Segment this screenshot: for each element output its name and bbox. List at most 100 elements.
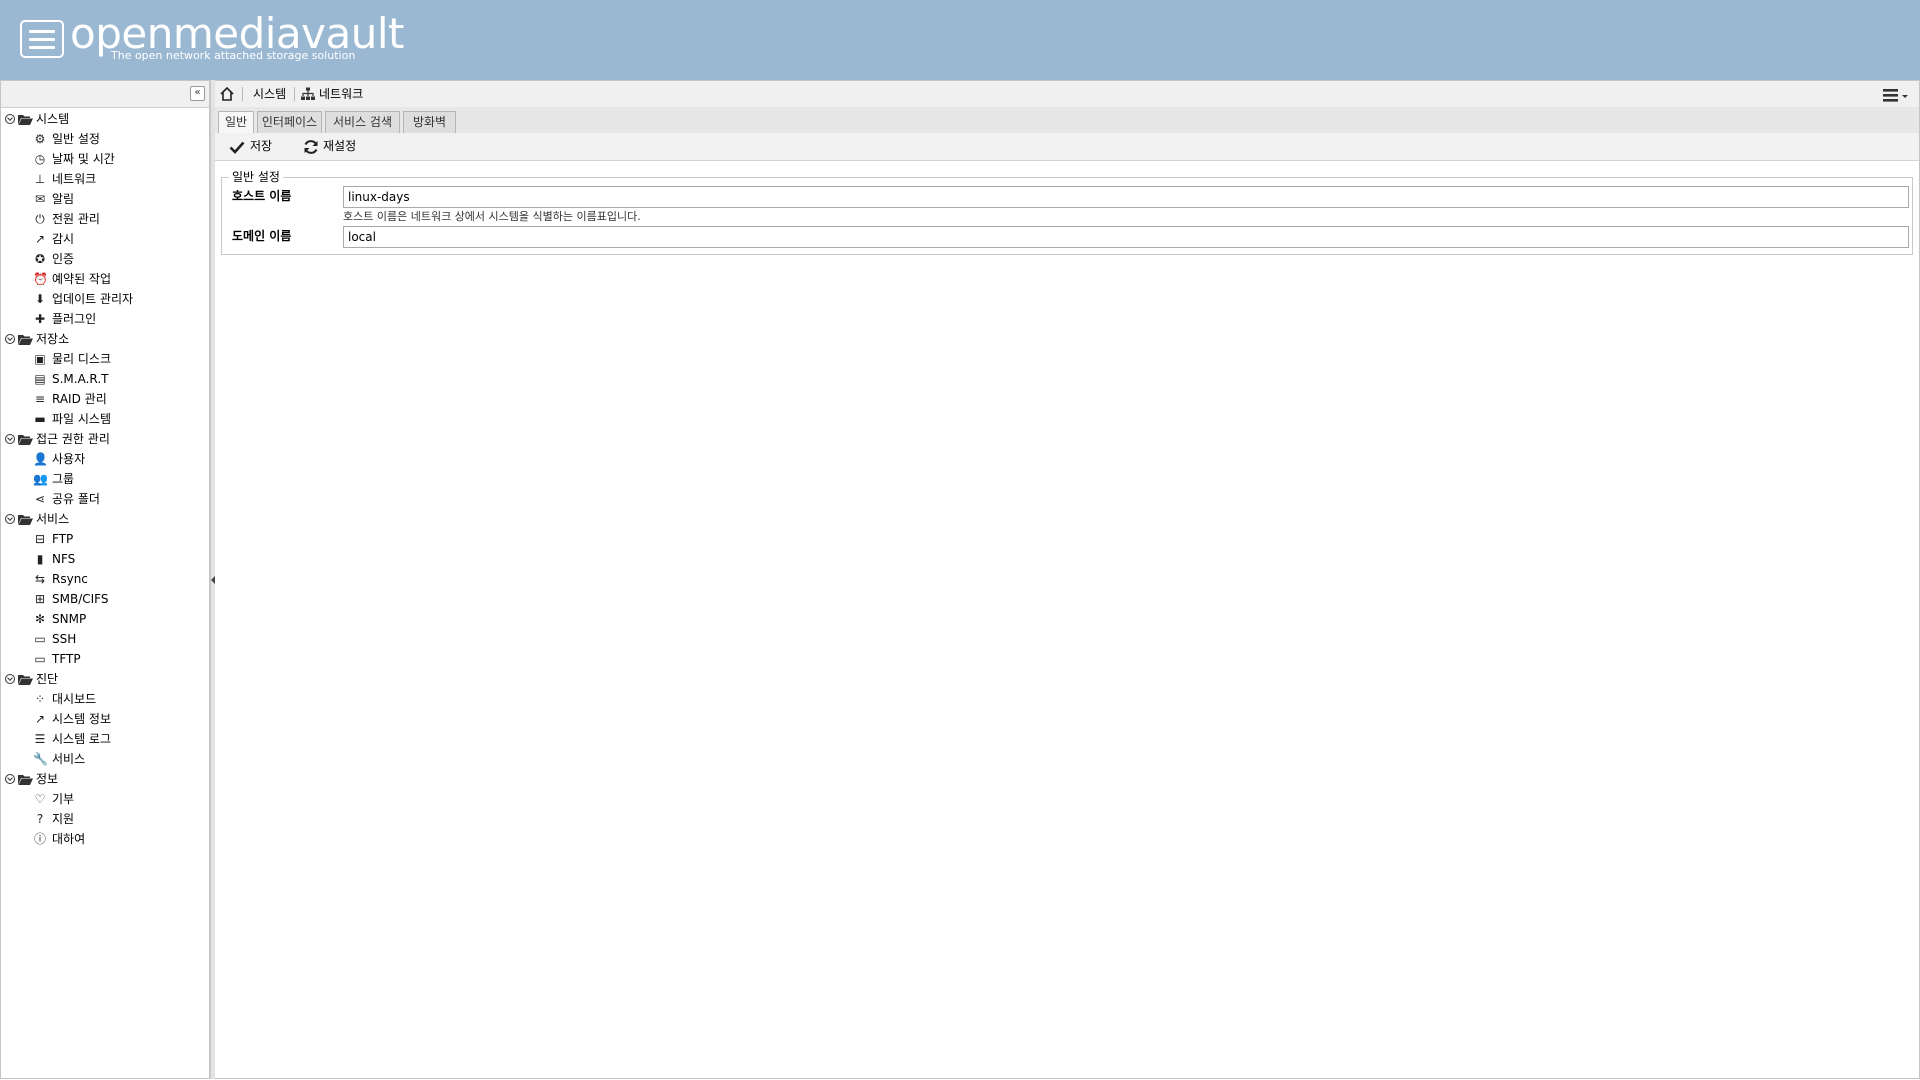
sidebar-item[interactable]: ◷ 날짜 및 시간 [1, 149, 206, 169]
sidebar-item-label: 대시보드 [52, 692, 97, 706]
sidebar-item[interactable]: ⚙ 일반 설정 [1, 129, 206, 149]
sidebar-item[interactable]: ▤ S.M.A.R.T [1, 369, 206, 389]
navigation-sidebar: « 시스템 ⚙ 일반 설정 ◷ 날짜 및 시간 ⊥ 네트워크 ✉ 알림 ⏻ 전원 관리 ↗ 감시 ✪ 인증 ⏰… [0, 80, 210, 1079]
folder-open-icon [18, 775, 33, 785]
sidebar-item[interactable]: ↗ 시스템 정보 [1, 709, 206, 729]
tftp-icon: ▭ [34, 652, 46, 666]
folder-open-icon [18, 115, 33, 125]
sidebar-item-label: RAID 관리 [52, 392, 107, 406]
users-icon: 👥 [33, 472, 48, 486]
tab-service-discovery[interactable]: 서비스 검색 [325, 111, 400, 133]
sidebar-item[interactable]: ▬ 파일 시스템 [1, 409, 206, 429]
sidebar-item-label: 예약된 작업 [52, 272, 112, 286]
sidebar-item-label: 시스템 로그 [52, 732, 112, 746]
dashboard-icon: ⁘ [34, 692, 46, 706]
home-icon[interactable] [219, 86, 235, 102]
collapse-toggle-icon[interactable] [5, 674, 15, 684]
sidebar-item-label: 시스템 정보 [52, 712, 112, 726]
menu-bar [29, 30, 55, 33]
sidebar-category-label: 정보 [36, 772, 59, 786]
collapse-toggle-icon[interactable] [5, 434, 15, 444]
sidebar-item[interactable]: ⊥ 네트워크 [1, 169, 206, 189]
heart-icon: ♡ [34, 792, 46, 806]
ftp-icon: ⊟ [34, 532, 46, 546]
sidebar-item-label: 지원 [52, 812, 75, 826]
sidebar-item-label: 알림 [52, 192, 75, 206]
sidebar-item-label: 일반 설정 [52, 132, 100, 146]
collapse-toggle-icon[interactable] [5, 114, 15, 124]
sidebar-category[interactable]: 저장소 [1, 329, 206, 349]
breadcrumb-item-system[interactable]: 시스템 [253, 81, 286, 107]
sidebar-item[interactable]: ⬇ 업데이트 관리자 [1, 289, 206, 309]
windows-icon: ⊞ [34, 592, 46, 606]
sidebar-item[interactable]: ≡ RAID 관리 [1, 389, 206, 409]
sidebar-item-label: SSH [52, 632, 77, 646]
envelope-icon: ✉ [34, 192, 46, 206]
sidebar-item[interactable]: ▣ 물리 디스크 [1, 349, 206, 369]
collapse-toggle-icon[interactable] [5, 774, 15, 784]
sidebar-category-label: 진단 [36, 672, 59, 686]
sidebar-category[interactable]: 접근 권한 관리 [1, 429, 206, 449]
sidebar-item[interactable]: ? 지원 [1, 809, 206, 829]
sidebar-item[interactable]: ♡ 기부 [1, 789, 206, 809]
sidebar-item[interactable]: ⊞ SMB/CIFS [1, 589, 206, 609]
toolbar: 저장 재설정 [215, 133, 1919, 161]
sidebar-item[interactable]: ⋖ 공유 폴더 [1, 489, 206, 509]
sidebar-category[interactable]: 정보 [1, 769, 206, 789]
domain-input[interactable] [343, 226, 1909, 248]
log-icon: ☰ [34, 732, 46, 746]
sidebar-item[interactable]: ⏰ 예약된 작업 [1, 269, 206, 289]
sidebar-item[interactable]: 👤 사용자 [1, 449, 206, 469]
sidebar-item-label: TFTP [52, 652, 81, 666]
sidebar-item[interactable]: ⏻ 전원 관리 [1, 209, 206, 229]
hostname-input[interactable] [343, 186, 1909, 208]
breadcrumb: 시스템 네트워크 [215, 81, 1919, 108]
reset-button[interactable]: 재설정 [303, 133, 363, 160]
check-icon [229, 141, 245, 154]
folder-open-icon [18, 335, 33, 345]
collapse-sidebar-button[interactable]: « [190, 86, 205, 101]
wrench-icon: 🔧 [33, 752, 48, 766]
sidebar-item[interactable]: ✻ SNMP [1, 609, 206, 629]
sidebar-item[interactable]: ⁘ 대시보드 [1, 689, 206, 709]
sidebar-category[interactable]: 서비스 [1, 509, 206, 529]
sidebar-item[interactable]: ▮ NFS [1, 549, 206, 569]
sidebar-category-label: 서비스 [36, 512, 70, 526]
panel-menu-icon[interactable] [1883, 87, 1909, 103]
sidebar-item[interactable]: ✚ 플러그인 [1, 309, 206, 329]
sidebar-item-label: 파일 시스템 [52, 412, 112, 426]
sidebar-category[interactable]: 진단 [1, 669, 206, 689]
sidebar-item[interactable]: ✉ 알림 [1, 189, 206, 209]
sidebar-item[interactable]: 🔧 서비스 [1, 749, 206, 769]
tab-general[interactable]: 일반 [218, 111, 254, 134]
sidebar-item-label: 네트워크 [52, 172, 97, 186]
breadcrumb-item-network[interactable]: 네트워크 [319, 81, 363, 107]
clock-icon: ◷ [34, 152, 46, 166]
refresh-icon [304, 140, 318, 154]
sidebar-category-label: 접근 권한 관리 [36, 432, 110, 446]
sidebar-item[interactable]: 👥 그룹 [1, 469, 206, 489]
collapse-toggle-icon[interactable] [5, 334, 15, 344]
sidebar-item[interactable]: ⊟ FTP [1, 529, 206, 549]
reset-label: 재설정 [323, 139, 357, 153]
tab-firewall[interactable]: 방화벽 [403, 111, 456, 133]
sidebar-category[interactable]: 시스템 [1, 109, 206, 129]
sidebar-item[interactable]: ▭ SSH [1, 629, 206, 649]
user-icon: 👤 [33, 452, 48, 466]
hamburger-menu-button[interactable] [20, 20, 64, 58]
save-button[interactable]: 저장 [229, 133, 279, 160]
sidebar-item[interactable]: ▭ TFTP [1, 649, 206, 669]
sidebar-item[interactable]: ↗ 감시 [1, 229, 206, 249]
app-header: openmediavault The open network attached… [0, 0, 1920, 80]
tab-interfaces[interactable]: 인터페이스 [257, 111, 322, 133]
sidebar-item[interactable]: ⇆ Rsync [1, 569, 206, 589]
sidebar-item-label: 감시 [52, 232, 75, 246]
folder-open-icon [18, 435, 33, 445]
alarm-clock-icon: ⏰ [33, 272, 48, 286]
collapse-toggle-icon[interactable] [5, 514, 15, 524]
sidebar-item[interactable]: ✪ 인증 [1, 249, 206, 269]
sidebar-item[interactable]: ☰ 시스템 로그 [1, 729, 206, 749]
sitemap-icon: ⊥ [34, 172, 46, 186]
sidebar-item[interactable]: ⓘ 대하여 [1, 829, 206, 849]
sidebar-category-label: 시스템 [36, 112, 70, 126]
